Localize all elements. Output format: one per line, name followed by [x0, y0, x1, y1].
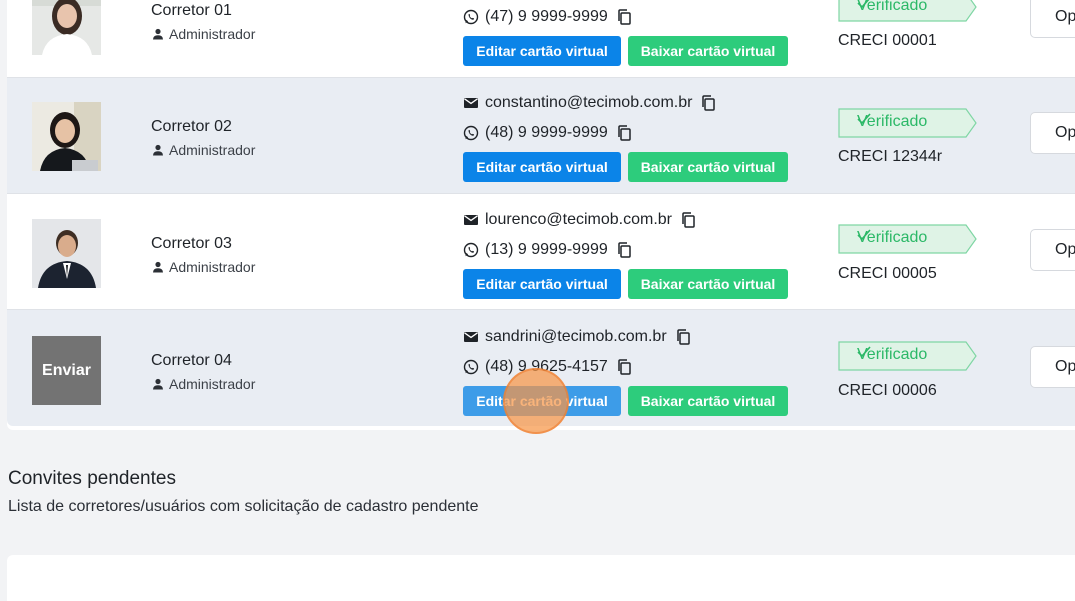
- broker-email-text: lourenco@tecimob.com.br: [485, 211, 672, 228]
- broker-name: Corretor 03: [151, 235, 232, 252]
- copy-icon[interactable]: [676, 329, 690, 345]
- verified-badge: Verificado: [838, 224, 978, 254]
- whatsapp-icon: [463, 9, 479, 25]
- broker-list: Corretor 01 Administrador (47) 9 9999-99…: [7, 0, 1075, 430]
- broker-row: Corretor 03 Administrador lourenco@tecim…: [7, 194, 1075, 310]
- person-icon: [153, 28, 163, 40]
- broker-role: Administrador: [152, 142, 255, 158]
- edit-virtual-card-button[interactable]: Editar cartão virtual: [463, 269, 621, 299]
- envelope-icon: [464, 98, 478, 108]
- verified-badge: Verificado: [838, 0, 978, 22]
- broker-name: Corretor 04: [151, 352, 232, 369]
- download-virtual-card-button[interactable]: Baixar cartão virtual: [628, 269, 788, 299]
- envelope-icon: [464, 332, 478, 342]
- copy-icon[interactable]: [617, 125, 631, 141]
- broker-role-label: Administrador: [169, 376, 256, 392]
- broker-phone: (48) 9 9625-4157: [463, 358, 631, 376]
- broker-role: Administrador: [152, 259, 255, 275]
- check-icon: [857, 346, 871, 358]
- download-virtual-card-button[interactable]: Baixar cartão virtual: [628, 36, 788, 66]
- broker-phone-text: (48) 9 9999-9999: [485, 124, 608, 141]
- broker-avatar[interactable]: [32, 219, 101, 288]
- pending-invites-list: [7, 555, 1075, 601]
- broker-row: Enviar Corretor 04 Administrador sandrin…: [7, 310, 1075, 426]
- check-icon: [857, 113, 871, 125]
- broker-phone: (47) 9 9999-9999: [463, 8, 631, 26]
- broker-role: Administrador: [152, 26, 255, 42]
- broker-email-text: sandrini@tecimob.com.br: [485, 328, 667, 345]
- options-button[interactable]: Op: [1030, 0, 1075, 38]
- pending-invites-title: Convites pendentes: [8, 468, 176, 489]
- creci-number: CRECI 12344r: [838, 148, 943, 165]
- broker-phone-text: (13) 9 9999-9999: [485, 241, 608, 258]
- envelope-icon: [464, 215, 478, 225]
- whatsapp-icon: [463, 242, 479, 258]
- broker-avatar[interactable]: [32, 102, 101, 171]
- check-icon: [857, 229, 871, 241]
- copy-icon[interactable]: [681, 212, 695, 228]
- broker-row: Corretor 01 Administrador (47) 9 9999-99…: [7, 0, 1075, 78]
- copy-icon[interactable]: [617, 9, 631, 25]
- person-icon: [153, 144, 163, 156]
- broker-phone-text: (47) 9 9999-9999: [485, 8, 608, 25]
- copy-icon[interactable]: [617, 359, 631, 375]
- broker-name: Corretor 01: [151, 2, 232, 19]
- page: Corretor 01 Administrador (47) 9 9999-99…: [0, 0, 1075, 601]
- broker-email: lourenco@tecimob.com.br: [463, 211, 695, 229]
- broker-phone-text: (48) 9 9625-4157: [485, 358, 608, 375]
- edit-virtual-card-button[interactable]: Editar cartão virtual: [463, 36, 621, 66]
- copy-icon[interactable]: [701, 95, 716, 111]
- options-button[interactable]: Op: [1030, 346, 1075, 388]
- broker-email: constantino@tecimob.com.br: [463, 94, 716, 112]
- broker-name: Corretor 02: [151, 118, 232, 135]
- download-virtual-card-button[interactable]: Baixar cartão virtual: [628, 152, 788, 182]
- broker-email: sandrini@tecimob.com.br: [463, 328, 690, 346]
- options-button[interactable]: Op: [1030, 229, 1075, 271]
- whatsapp-icon: [463, 125, 479, 141]
- options-button[interactable]: Op: [1030, 112, 1075, 154]
- broker-phone: (48) 9 9999-9999: [463, 124, 631, 142]
- verified-badge: Verificado: [838, 108, 978, 138]
- edit-virtual-card-button[interactable]: Editar cartão virtual: [463, 152, 621, 182]
- broker-role: Administrador: [152, 376, 255, 392]
- download-virtual-card-button[interactable]: Baixar cartão virtual: [628, 386, 788, 416]
- broker-email-text: constantino@tecimob.com.br: [485, 94, 693, 111]
- pending-invites-subtitle: Lista de corretores/usuários com solicit…: [8, 498, 479, 515]
- edit-virtual-card-button[interactable]: Editar cartão virtual: [463, 386, 621, 416]
- broker-role-label: Administrador: [169, 26, 256, 42]
- broker-role-label: Administrador: [169, 259, 256, 275]
- check-icon: [857, 0, 870, 9]
- verified-badge: Verificado: [838, 341, 978, 371]
- whatsapp-icon: [463, 359, 479, 375]
- creci-number: CRECI 00006: [838, 382, 937, 399]
- avatar-upload-button[interactable]: Enviar: [32, 336, 101, 405]
- person-icon: [153, 261, 163, 273]
- creci-number: CRECI 00001: [838, 32, 937, 49]
- broker-row: Corretor 02 Administrador constantino@te…: [7, 78, 1075, 194]
- creci-number: CRECI 00005: [838, 265, 937, 282]
- broker-avatar[interactable]: [32, 0, 101, 55]
- broker-phone: (13) 9 9999-9999: [463, 241, 631, 259]
- person-icon: [153, 378, 163, 390]
- copy-icon[interactable]: [617, 242, 631, 258]
- broker-role-label: Administrador: [169, 142, 256, 158]
